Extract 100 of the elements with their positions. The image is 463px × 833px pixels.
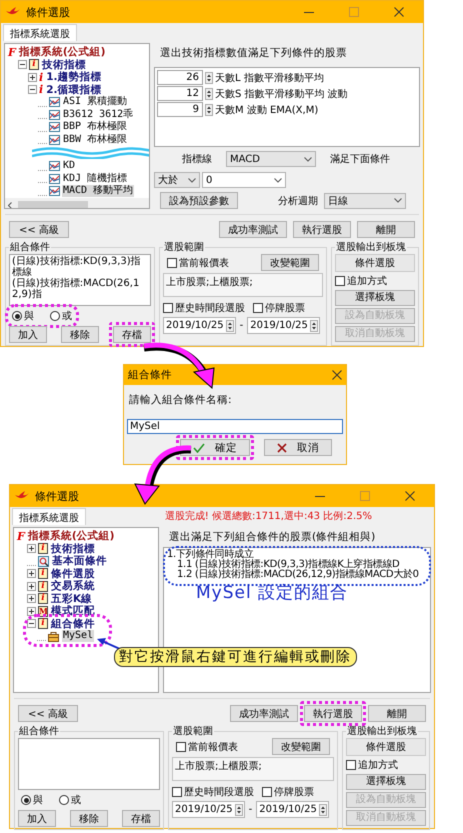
checkbox[interactable] (253, 303, 263, 313)
collapse-icon[interactable] (27, 619, 36, 628)
group-title: 選股範圍 (163, 241, 205, 254)
tree-item[interactable]: 組合條件 (50, 618, 96, 630)
combo-button[interactable]: 存檔 (122, 810, 160, 827)
spinner-icon[interactable] (205, 104, 213, 116)
tree-item[interactable]: 技術指標 (50, 542, 96, 555)
combo-button[interactable]: 存檔 (113, 326, 151, 343)
spinner-icon[interactable] (205, 72, 213, 84)
spinner-icon[interactable] (310, 320, 318, 332)
tree-item[interactable]: KD (62, 160, 76, 172)
close-icon[interactable] (405, 491, 415, 501)
checkbox[interactable] (163, 303, 173, 313)
spinner-icon[interactable] (318, 804, 327, 816)
cross-icon (277, 442, 287, 452)
advanced-button[interactable]: << 高級 (9, 220, 69, 238)
spinner-icon[interactable] (226, 320, 234, 332)
tree-item[interactable]: 1.趨勢指標 (45, 71, 102, 84)
checkbox[interactable] (335, 276, 345, 286)
checkbox-label: 停牌股票 (265, 302, 305, 315)
field-label: 指標線 (182, 152, 212, 166)
change-scope-button[interactable]: 改變範圍 (272, 738, 330, 755)
expand-icon[interactable] (28, 72, 37, 82)
radio-button[interactable] (21, 795, 31, 805)
date-field[interactable]: 2019/10/25 (256, 801, 329, 818)
output-button[interactable]: 選擇板塊 (346, 774, 426, 790)
default-params-button[interactable]: 設為預設參數 (160, 192, 238, 209)
date-field[interactable]: 2019/10/25 (247, 317, 320, 334)
indicator-dropdown[interactable]: MACD (226, 151, 316, 168)
caret-icon (394, 198, 402, 203)
window-title: 條件選股 (26, 4, 71, 20)
expand-icon[interactable] (27, 594, 36, 604)
period-dropdown[interactable]: 日線 (324, 192, 406, 208)
action-button[interactable]: 成功率測試 (230, 704, 298, 722)
action-button[interactable]: 離開 (357, 220, 415, 238)
checkbox[interactable] (346, 760, 356, 770)
tree-item[interactable]: 五彩K線 (50, 592, 94, 605)
number-field[interactable]: 26 (157, 70, 203, 85)
tree-item[interactable]: KDJ 隨機指標 (62, 172, 128, 185)
caret-icon (274, 178, 282, 182)
group-title: 選股輸出到板塊 (335, 240, 407, 254)
expand-icon[interactable] (27, 582, 36, 591)
tree-item[interactable]: 2.循環指標 (45, 84, 102, 96)
tree-item[interactable]: 交易系統 (50, 580, 96, 592)
tree-item[interactable]: 技術指標 (41, 58, 87, 71)
scope-field: 上市股票;上櫃股票; (172, 757, 334, 781)
date-field[interactable]: 2019/10/25 (172, 801, 245, 818)
spinner-icon[interactable] (205, 88, 213, 100)
radio-button[interactable] (12, 311, 22, 321)
tree-item[interactable]: ASI 累積擺動 (62, 96, 128, 108)
info-icon: i (39, 72, 44, 83)
dialog-title: 組合條件 (128, 368, 172, 382)
operator-dropdown[interactable]: 大於 (154, 172, 200, 188)
tree-item[interactable]: MACD 移動平均 (62, 185, 134, 198)
tree-item[interactable]: MySel (62, 630, 94, 642)
close-icon[interactable] (394, 7, 404, 17)
tree-item[interactable]: 條件選股 (50, 568, 96, 580)
dialog-button[interactable]: 確定 (180, 439, 250, 456)
value-dropdown[interactable]: 0 (202, 172, 286, 188)
expand-icon[interactable] (27, 569, 36, 578)
action-button[interactable]: 離開 (368, 704, 426, 722)
checkbox[interactable] (167, 258, 177, 268)
checkbox[interactable] (176, 742, 186, 752)
action-button[interactable]: 成功率測試 (219, 220, 287, 238)
change-scope-button[interactable]: 改變範圍 (261, 254, 319, 271)
radio-button[interactable] (50, 311, 60, 321)
tree-item[interactable]: 指標系統(公式組) (18, 46, 106, 58)
date-field[interactable]: 2019/10/25 (163, 317, 236, 334)
radio-label: 與 (33, 794, 43, 807)
spinner-icon[interactable] (234, 804, 243, 816)
radio-button[interactable] (59, 795, 69, 805)
output-button[interactable]: 選擇板塊 (335, 290, 415, 306)
collapse-icon[interactable] (28, 85, 37, 94)
scroll-left-icon[interactable] (8, 202, 12, 208)
number-field[interactable]: 12 (157, 86, 203, 101)
checkbox[interactable] (262, 787, 272, 797)
close-icon[interactable] (332, 370, 342, 380)
dialog-button[interactable]: 取消 (264, 439, 332, 456)
number-field[interactable]: 9 (157, 102, 203, 117)
tree-item[interactable]: BBW 布林極限 (62, 134, 128, 146)
tree-item[interactable]: B3612 3612乖 (62, 108, 134, 121)
collapse-icon[interactable] (18, 60, 27, 70)
checkbox[interactable] (172, 787, 182, 797)
combo-button[interactable]: 移除 (70, 810, 108, 827)
tab[interactable]: 指標系統選股 (12, 508, 86, 525)
expand-icon[interactable] (27, 544, 36, 554)
expand-icon[interactable] (27, 606, 36, 616)
advanced-button[interactable]: << 高級 (18, 704, 78, 722)
combo-button[interactable]: 加入 (9, 326, 47, 343)
action-button[interactable]: 執行選股 (304, 704, 362, 722)
action-button[interactable]: 執行選股 (293, 220, 351, 238)
result-line: 1.1 (日線)技術指標:KD(9,3,3)指標線K上穿指標線D (177, 560, 400, 570)
radio-label: 與 (24, 310, 34, 323)
tree-item[interactable]: BBP 布林極限 (62, 121, 128, 134)
tree-item[interactable]: 基本面條件 (51, 555, 108, 568)
combo-button[interactable]: 加入 (18, 810, 56, 827)
input-field[interactable]: MySel (127, 419, 343, 434)
tab[interactable]: 指標系統選股 (3, 24, 77, 41)
tree-item[interactable]: 指標系統(公式組) (26, 530, 116, 542)
combo-button[interactable]: 移除 (61, 326, 99, 343)
